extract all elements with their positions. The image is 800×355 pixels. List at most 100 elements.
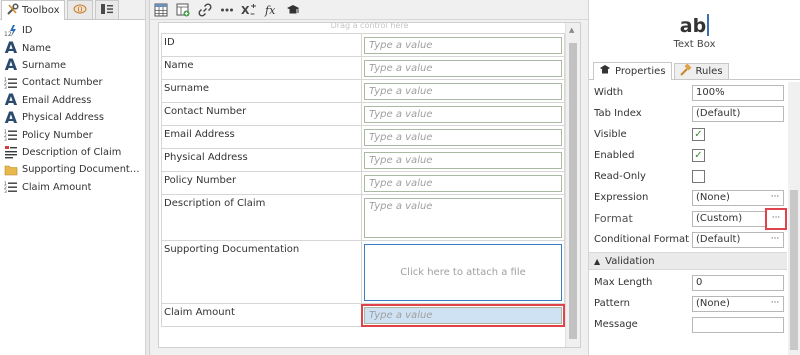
- svg-text:(): (): [77, 6, 82, 13]
- ellipsis-icon[interactable]: [219, 2, 235, 18]
- surname-input[interactable]: Type a value: [364, 83, 562, 100]
- tab-list[interactable]: [94, 0, 119, 19]
- visible-checkbox[interactable]: ✓: [692, 128, 705, 141]
- canvas-scrollbar[interactable]: ▲: [565, 23, 580, 347]
- contact-number-input[interactable]: Type a value: [364, 106, 562, 123]
- form-row-name: Name Type a value: [161, 57, 565, 80]
- prop-name: Pattern: [594, 298, 630, 309]
- scrollbar-thumb[interactable]: [569, 43, 577, 339]
- tab-rules-label: Rules: [695, 66, 723, 77]
- field-label: Name: [162, 57, 362, 79]
- tab-rules[interactable]: Rules: [673, 63, 729, 79]
- scroll-up-icon[interactable]: ▲: [569, 26, 574, 34]
- ellipsis-button[interactable]: ···: [767, 233, 783, 247]
- description-of-claim-textarea[interactable]: Type a value: [364, 198, 562, 238]
- property-list: Width 100% Tab Index (Default) Visible ✓…: [589, 82, 787, 335]
- tab-index-field[interactable]: (Default): [692, 105, 784, 122]
- toolbox-item-label: Email Address: [22, 94, 92, 106]
- toolbox-item-email-address[interactable]: A Email Address: [0, 92, 145, 109]
- checkmark-icon: ✓: [694, 129, 703, 140]
- design-area: X = fx Drag a control here ID Type a valu…: [150, 0, 588, 355]
- expression-field[interactable]: (None) ···: [692, 189, 784, 206]
- claim-amount-input[interactable]: Type a value: [361, 304, 565, 327]
- prop-value: (Default): [696, 107, 741, 119]
- email-address-input[interactable]: Type a value: [364, 129, 562, 146]
- link-icon[interactable]: [197, 2, 213, 18]
- max-length-field[interactable]: 0: [692, 274, 784, 291]
- width-field[interactable]: 100%: [692, 84, 784, 101]
- message-field[interactable]: [692, 316, 784, 333]
- properties-tabs: Properties Rules: [589, 62, 800, 80]
- toolbox-item-claim-amount[interactable]: 123 Claim Amount: [0, 179, 145, 196]
- svg-text:3: 3: [4, 137, 7, 142]
- form-row-id: ID Type a value: [161, 34, 565, 57]
- enabled-checkbox[interactable]: ✓: [692, 149, 705, 162]
- format-field[interactable]: (Custom) ···: [692, 207, 787, 230]
- table-icon[interactable]: [153, 2, 169, 18]
- checkmark-icon: ✓: [694, 150, 703, 161]
- ellipsis-button[interactable]: ···: [767, 297, 783, 311]
- format-ellipsis-button[interactable]: ···: [765, 207, 787, 230]
- add-layout-icon[interactable]: [175, 2, 191, 18]
- field-label: Policy Number: [162, 172, 362, 194]
- number-list-icon: 123: [4, 128, 18, 142]
- toolbox-item-label: Supporting Documenta...: [22, 164, 145, 176]
- prop-format: Format (Custom) ···: [589, 207, 787, 230]
- name-input[interactable]: Type a value: [364, 60, 562, 77]
- field-label: Claim Amount: [162, 304, 362, 326]
- toolbox-item-physical-address[interactable]: A Physical Address: [0, 109, 145, 126]
- prop-value: (Default): [696, 233, 741, 245]
- toolbox-item-surname[interactable]: A Surname: [0, 57, 145, 74]
- variable-icon[interactable]: X =: [241, 2, 257, 18]
- toolbox-item-name[interactable]: A Name: [0, 39, 145, 56]
- toolbox-item-label: Name: [22, 42, 51, 54]
- rules-icon: [679, 63, 692, 79]
- rule-icon[interactable]: [285, 2, 301, 18]
- properties-scrollbar[interactable]: [788, 82, 800, 355]
- conditional-format-field[interactable]: (Default) ···: [692, 231, 784, 248]
- ellipsis-button[interactable]: ···: [767, 191, 783, 205]
- toolbox-item-description-of-claim[interactable]: Description of Claim: [0, 144, 145, 161]
- toolbox-item-supporting-documentation[interactable]: Supporting Documenta...: [0, 161, 145, 178]
- form-row-contact-number: Contact Number Type a value: [161, 103, 565, 126]
- tab-toolbox[interactable]: Toolbox: [1, 0, 65, 20]
- toolbox-list: 12 ID A Name A Surname 123 Contact Numbe…: [0, 20, 145, 196]
- prop-value: (Custom): [696, 212, 743, 224]
- toolbox-item-contact-number[interactable]: 123 Contact Number: [0, 74, 145, 91]
- pattern-field[interactable]: (None) ···: [692, 295, 784, 312]
- tab-properties[interactable]: Properties: [593, 62, 672, 80]
- prop-visible: Visible ✓: [589, 124, 787, 145]
- prop-name: Message: [594, 319, 638, 330]
- svg-text:=: =: [250, 11, 255, 17]
- toolbox-item-id[interactable]: 12 ID: [0, 22, 145, 39]
- tab-data[interactable]: (): [66, 0, 93, 19]
- form-row-description-of-claim: Description of Claim Type a value: [161, 195, 565, 241]
- svg-text:3: 3: [4, 189, 7, 194]
- scrollbar-thumb[interactable]: [790, 190, 798, 350]
- list-view-icon: [100, 3, 114, 18]
- number-list-icon: 123: [4, 180, 18, 194]
- properties-icon: [599, 64, 611, 79]
- physical-address-input[interactable]: Type a value: [364, 152, 562, 169]
- toolbox-item-policy-number[interactable]: 123 Policy Number: [0, 126, 145, 143]
- read-only-checkbox[interactable]: [692, 170, 705, 183]
- text-A-icon: A: [4, 39, 18, 57]
- prop-max-length: Max Length 0: [589, 272, 787, 293]
- prop-message: Message: [589, 314, 787, 335]
- prop-name: Read-Only: [594, 171, 646, 182]
- prop-enabled: Enabled ✓: [589, 145, 787, 166]
- policy-number-input[interactable]: Type a value: [364, 175, 562, 192]
- toolbox-panel: Toolbox () 12 ID A Name A Surname 1 2 3 …: [0, 0, 146, 355]
- svg-text:X: X: [241, 4, 250, 17]
- text-A-icon: A: [4, 108, 18, 127]
- form-row-claim-amount: Claim Amount Type a value: [161, 304, 565, 327]
- validation-section-header[interactable]: ▲ Validation: [589, 252, 787, 270]
- prop-name: Expression: [594, 192, 649, 203]
- prop-value: (None): [696, 191, 730, 203]
- function-icon[interactable]: fx: [263, 2, 279, 18]
- prop-name: Conditional Format: [594, 234, 690, 245]
- drop-zone[interactable]: Drag a control here: [159, 23, 580, 33]
- attachment-dropzone[interactable]: Click here to attach a file: [364, 244, 562, 301]
- toolbox-item-label: Policy Number: [22, 129, 93, 141]
- id-input[interactable]: Type a value: [364, 37, 562, 54]
